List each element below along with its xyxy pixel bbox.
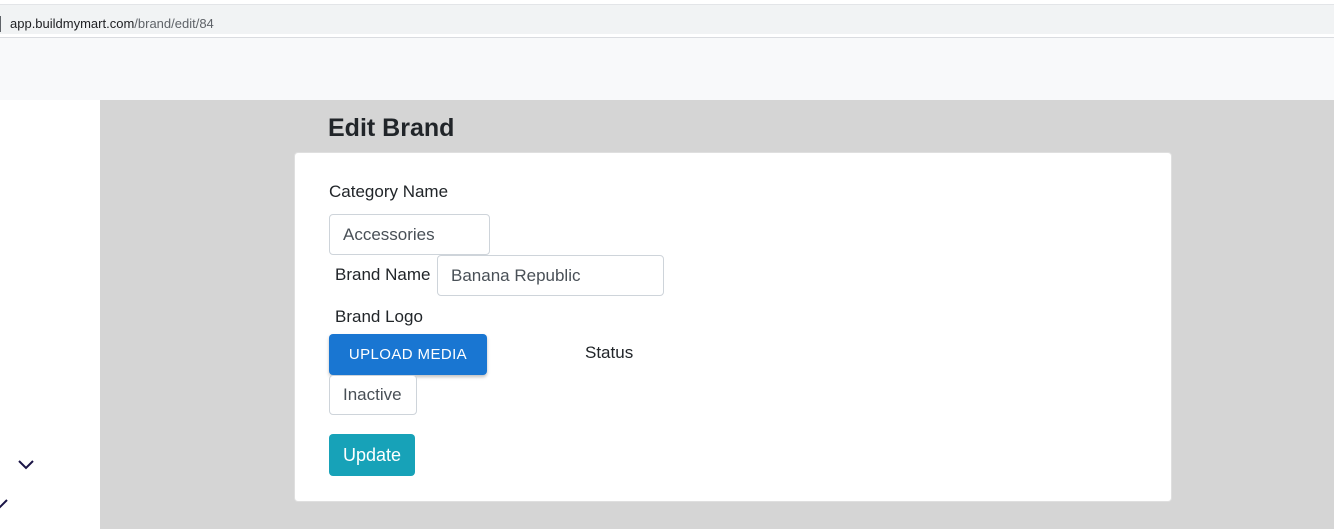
chevron-down-icon[interactable] xyxy=(0,499,8,509)
category-name-field[interactable] xyxy=(329,214,490,255)
chevron-down-icon[interactable] xyxy=(18,460,34,470)
edit-brand-form-card: Category Name Brand Name Brand Logo UPLO… xyxy=(294,152,1172,502)
text-cursor xyxy=(0,16,1,32)
browser-url-bar: app.buildmymart.com/brand/edit/84 xyxy=(0,0,1334,38)
sidebar xyxy=(0,100,100,529)
brand-name-label: Brand Name xyxy=(335,265,431,284)
upload-media-button[interactable]: UPLOAD MEDIA xyxy=(329,334,487,375)
app-header xyxy=(0,38,1334,100)
status-label: Status xyxy=(585,343,634,362)
url-text[interactable]: app.buildmymart.com/brand/edit/84 xyxy=(10,16,214,32)
status-field[interactable] xyxy=(329,375,417,415)
page-title: Edit Brand xyxy=(328,114,455,142)
address-bar[interactable]: app.buildmymart.com/brand/edit/84 xyxy=(0,4,1334,34)
url-path: /brand/edit/84 xyxy=(134,16,214,31)
brand-name-field[interactable] xyxy=(437,255,664,296)
update-button[interactable]: Update xyxy=(329,434,415,476)
url-host: app.buildmymart.com xyxy=(10,16,135,31)
category-name-label: Category Name xyxy=(329,182,449,201)
brand-logo-label: Brand Logo xyxy=(335,307,423,326)
main-content: Edit Brand Category Name Brand Name Bran… xyxy=(100,100,1334,529)
